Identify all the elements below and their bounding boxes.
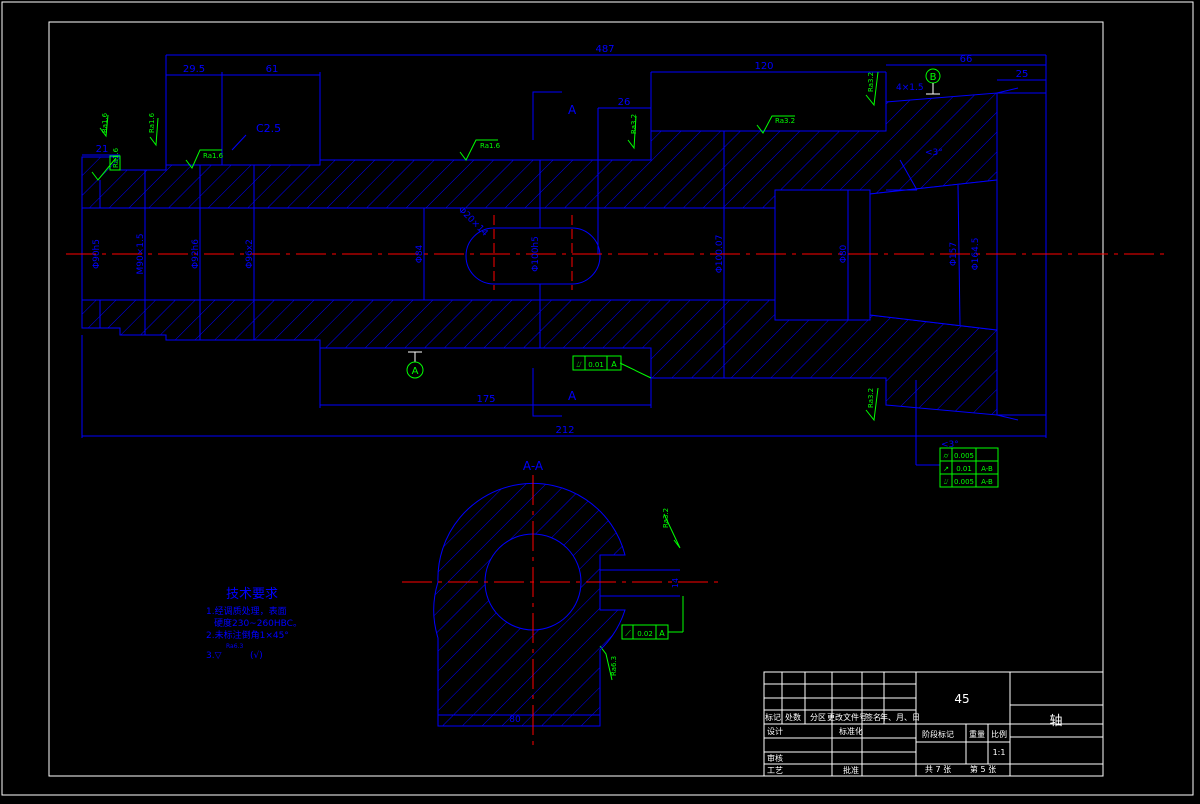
dim-overall-top: 487 xyxy=(595,44,614,55)
svg-text:Ra3.2: Ra3.2 xyxy=(630,114,638,134)
svg-text:A: A xyxy=(611,360,617,369)
hdr-2: 处数 xyxy=(785,712,801,722)
svg-text:Ra3.2: Ra3.2 xyxy=(662,508,670,528)
svg-text:0.01: 0.01 xyxy=(588,361,604,369)
tech-requirements: 技术要求 1.经调质处理，表面 硬度230~260HBC。 2.未标注倒角1×4… xyxy=(206,587,302,661)
title-block-text: 45 轴 标记 处数 分区 更改文件号 签名 年、月、日 设计 标准化 阶段标记… xyxy=(765,692,1063,775)
tech-line4c: (√) xyxy=(250,650,263,661)
svg-text:↗: ↗ xyxy=(943,465,949,473)
svg-text:Ra3.2: Ra3.2 xyxy=(867,72,875,92)
svg-text:⌭: ⌭ xyxy=(943,452,948,460)
svg-text:Ra6.3: Ra6.3 xyxy=(610,656,618,676)
dim-29-5: 29.5 xyxy=(183,64,205,75)
roughness-6: Ra3.2 xyxy=(627,114,638,150)
tolerance-frame-right: ⌭ 0.005 ↗ 0.01 A-B ⌰ 0.005 A-B xyxy=(939,447,999,488)
dia-label-6: Φ100h5 xyxy=(531,236,541,272)
counter-bore xyxy=(774,189,871,321)
svg-text:A: A xyxy=(659,629,665,638)
roughness-7: Ra3.2 xyxy=(756,115,795,134)
svg-text:A-B: A-B xyxy=(981,465,993,473)
angle-label: <3° xyxy=(925,148,943,158)
dim-26: 26 xyxy=(618,97,631,108)
chamfer-label: C2.5 xyxy=(256,122,281,135)
hdr-1: 标记 xyxy=(765,712,781,722)
design-label: 设计 xyxy=(767,726,783,736)
tech-title: 技术要求 xyxy=(226,587,278,602)
sheet-no: 第 5 张 xyxy=(970,764,996,774)
svg-text:0.005: 0.005 xyxy=(954,478,974,486)
tech-line3: 2.未标注倒角1×45° xyxy=(206,629,289,641)
chamfer-right-label: 4×1.5 xyxy=(896,83,924,93)
section-ring xyxy=(433,482,626,727)
svg-text:⟋: ⟋ xyxy=(625,629,631,638)
svg-text:Ra1.6: Ra1.6 xyxy=(112,147,120,168)
material: 45 xyxy=(954,692,969,706)
hdr-3: 分区 xyxy=(810,713,826,722)
approve-label: 批准 xyxy=(843,765,859,775)
svg-text:Ra1.6: Ra1.6 xyxy=(148,112,156,133)
dia-label-8: Φ80 xyxy=(839,244,849,263)
dim-61: 61 xyxy=(266,64,279,75)
scale-value: 1:1 xyxy=(993,748,1006,757)
section-view: A-A 80 14 ⟋ 0.02 A xyxy=(402,459,720,745)
svg-text:Ra3.2: Ra3.2 xyxy=(775,117,795,125)
tech-line4: 3.▽ xyxy=(206,651,222,661)
dim-21: 21 xyxy=(96,144,109,155)
tolerance-frame-section: ⟋ 0.02 A xyxy=(621,624,669,640)
roughness-9: Ra3.2 xyxy=(865,388,879,422)
roughness-8: Ra3.2 xyxy=(865,72,879,107)
roughness-3: Ra1.6 xyxy=(148,112,159,147)
svg-text:0.01: 0.01 xyxy=(956,465,972,473)
dim-120: 120 xyxy=(754,61,773,72)
svg-text:Ra1.6: Ra1.6 xyxy=(101,112,109,133)
svg-text:⌰: ⌰ xyxy=(576,360,582,369)
cut-label-top: A xyxy=(568,103,577,117)
dia-label-4: Φ96x2 xyxy=(245,239,255,269)
dia-label-9: Φ157 xyxy=(949,242,959,266)
svg-text:0.005: 0.005 xyxy=(954,452,974,460)
dia-label-3: Φ92h6 xyxy=(191,239,201,269)
scale-label: 比例 xyxy=(991,729,1007,739)
section-title: A-A xyxy=(523,459,544,473)
svg-text:⌰: ⌰ xyxy=(944,478,949,486)
datum-a: A xyxy=(412,366,419,377)
engineering-drawing: 487 29.5 61 120 66 25 26 21 175 212 C2.5… xyxy=(1,1,1194,796)
svg-text:A-B: A-B xyxy=(981,478,993,486)
datum-b: B xyxy=(930,72,937,83)
svg-text:Ra3.2: Ra3.2 xyxy=(867,388,875,408)
dim-25: 25 xyxy=(1016,69,1029,80)
roughness-5: Ra1.6 xyxy=(459,139,501,161)
svg-text:Ra1.6: Ra1.6 xyxy=(480,142,501,150)
section-keyway-dim: 80 xyxy=(509,715,521,725)
tech-line4b: Ra6.3 xyxy=(226,643,243,650)
dia-label-2: M90×1.5 xyxy=(136,233,146,274)
stage-label: 阶段标记 xyxy=(922,729,954,739)
dia-label-10: Φ164.5 xyxy=(971,238,981,271)
dia-label-5: Φ84 xyxy=(415,244,425,263)
dim-66: 66 xyxy=(960,54,973,65)
cut-label-bottom: A xyxy=(568,389,577,403)
roughness-2: Ra1.6 xyxy=(99,112,109,138)
dia-label-7: Φ100.07 xyxy=(715,235,725,274)
tech-line2: 硬度230~260HBC。 xyxy=(214,617,302,629)
tolerance-frame-mid: ⌰ 0.01 A xyxy=(572,355,652,379)
svg-text:0.02: 0.02 xyxy=(637,630,653,638)
section-depth-dim: 14 xyxy=(671,578,680,588)
process-label: 工艺 xyxy=(767,766,783,775)
svg-text:Ra1.6: Ra1.6 xyxy=(203,152,224,160)
roughness-12: Ra6.3 xyxy=(599,645,618,681)
weight-label: 重量 xyxy=(969,729,985,739)
part-name: 轴 xyxy=(1049,714,1062,729)
dia-label-1: Φ90h5 xyxy=(92,239,102,269)
hdr-4: 更改文件号 xyxy=(827,712,867,722)
dim-212: 212 xyxy=(555,425,574,436)
check-label: 审核 xyxy=(767,753,783,763)
hdr-5: 签名 xyxy=(865,712,881,722)
standard-label: 标准化 xyxy=(839,726,863,736)
hdr-6: 年、月、日 xyxy=(880,712,920,722)
roughness-10: Ra3.2 xyxy=(662,508,681,549)
total-sheets: 共 7 张 xyxy=(925,765,951,774)
dim-175: 175 xyxy=(476,394,495,405)
tech-line1: 1.经调质处理，表面 xyxy=(206,605,287,617)
